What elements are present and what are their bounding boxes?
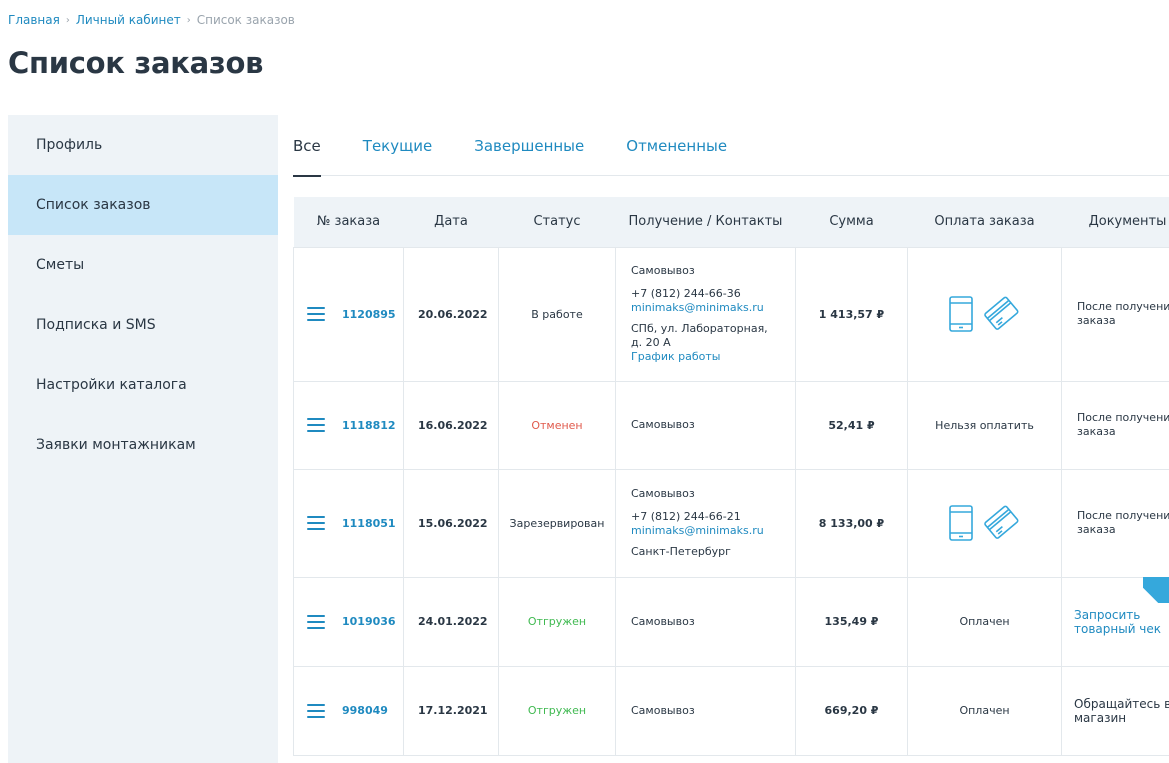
header-sum: Сумма bbox=[795, 197, 908, 247]
pickup-address: СПб, ул. Лабораторная, д. 20 А bbox=[631, 322, 768, 349]
order-sum: 52,41 ₽ bbox=[795, 380, 908, 470]
payment-cell bbox=[907, 246, 1062, 382]
order-number-link[interactable]: 1118051 bbox=[342, 517, 396, 530]
documents-cell: Обращайтесь в магазин bbox=[1061, 665, 1169, 756]
payment-status: Оплачен bbox=[907, 576, 1062, 667]
work-hours-link[interactable]: График работы bbox=[631, 350, 781, 364]
delivery-method: Самовывоз bbox=[631, 703, 695, 717]
table-row: 1118812 16.06.2022 Отменен Самовывоз 52,… bbox=[293, 380, 1169, 470]
order-number-cell: 998049 bbox=[293, 665, 404, 756]
documents-cell: После получения заказа bbox=[1061, 468, 1169, 578]
order-date: 20.06.2022 bbox=[403, 246, 499, 382]
status-badge: Отгружен bbox=[498, 576, 616, 667]
table-row: 1118051 15.06.2022 Зарезервирован Самовы… bbox=[293, 468, 1169, 578]
status-badge: Отменен bbox=[498, 380, 616, 470]
status-badge: Отгружен bbox=[498, 665, 616, 756]
payment-status: Нельзя оплатить bbox=[907, 380, 1062, 470]
order-sum: 1 413,57 ₽ bbox=[795, 246, 908, 382]
contact-phone: +7 (812) 244-66-36 bbox=[631, 287, 741, 300]
sidebar-item-estimates[interactable]: Сметы bbox=[8, 235, 278, 295]
header-order-number: № заказа bbox=[293, 197, 404, 247]
status-badge: В работе bbox=[498, 246, 616, 382]
payment-cell bbox=[907, 468, 1062, 578]
mobile-phone-icon[interactable] bbox=[948, 504, 974, 542]
tab-completed[interactable]: Завершенные bbox=[474, 115, 584, 176]
contacts-cell: Самовывоз bbox=[615, 665, 796, 756]
order-tabs: Все Текущие Завершенные Отмененные bbox=[293, 115, 1169, 177]
sidebar-item-orders[interactable]: Список заказов bbox=[8, 175, 278, 235]
contact-email-link[interactable]: minimaks@minimaks.ru bbox=[631, 524, 781, 538]
header-status: Статус bbox=[498, 197, 616, 247]
order-number-link[interactable]: 1019036 bbox=[342, 615, 396, 628]
tab-current[interactable]: Текущие bbox=[363, 115, 432, 176]
breadcrumb-home-link[interactable]: Главная bbox=[8, 13, 60, 27]
header-date: Дата bbox=[403, 197, 499, 247]
delivery-method: Самовывоз bbox=[631, 418, 695, 431]
hamburger-menu-icon[interactable] bbox=[307, 703, 325, 718]
delivery-method: Самовывоз bbox=[631, 487, 695, 500]
table-row: 1120895 20.06.2022 В работе Самовывоз +7… bbox=[293, 246, 1169, 382]
order-sum: 669,20 ₽ bbox=[795, 665, 908, 756]
order-number-cell: 1019036 bbox=[293, 576, 404, 667]
chevron-right-icon: › bbox=[65, 14, 70, 26]
sidebar: Профиль Список заказов Сметы Подписка и … bbox=[8, 115, 278, 763]
delivery-method: Самовывоз bbox=[631, 614, 695, 628]
hamburger-menu-icon[interactable] bbox=[307, 307, 325, 321]
contacts-cell: Самовывоз bbox=[615, 380, 796, 470]
credit-card-icon[interactable] bbox=[982, 504, 1022, 542]
order-sum: 8 133,00 ₽ bbox=[795, 468, 908, 578]
header-contacts: Получение / Контакты bbox=[615, 197, 796, 247]
order-date: 15.06.2022 bbox=[403, 468, 499, 578]
header-documents: Документы bbox=[1061, 197, 1169, 247]
documents-cell: После получения заказа bbox=[1061, 246, 1169, 382]
order-number-link[interactable]: 998049 bbox=[342, 704, 388, 717]
order-date: 24.01.2022 bbox=[403, 576, 499, 667]
sidebar-item-installer-requests[interactable]: Заявки монтажникам bbox=[8, 415, 278, 475]
order-number-cell: 1118051 bbox=[293, 468, 404, 578]
mobile-phone-icon[interactable] bbox=[948, 295, 974, 333]
contacts-cell: Самовывоз +7 (812) 244-66-21 minimaks@mi… bbox=[615, 468, 796, 578]
pickup-address: Санкт-Петербург bbox=[631, 545, 731, 558]
order-date: 17.12.2021 bbox=[403, 665, 499, 756]
hamburger-menu-icon[interactable] bbox=[307, 516, 325, 530]
table-row: 998049 17.12.2021 Отгружен Самовывоз 669… bbox=[293, 665, 1169, 756]
contacts-cell: Самовывоз +7 (812) 244-66-36 minimaks@mi… bbox=[615, 246, 796, 382]
status-badge: Зарезервирован bbox=[498, 468, 616, 578]
table-header-row: № заказа Дата Статус Получение / Контакт… bbox=[293, 197, 1169, 247]
delivery-method: Самовывоз bbox=[631, 264, 695, 277]
breadcrumb-cabinet-link[interactable]: Личный кабинет bbox=[76, 13, 181, 27]
hamburger-menu-icon[interactable] bbox=[307, 418, 325, 432]
order-number-cell: 1118812 bbox=[293, 380, 404, 470]
contact-email-link[interactable]: minimaks@minimaks.ru bbox=[631, 301, 781, 315]
contact-phone: +7 (812) 244-66-21 bbox=[631, 510, 741, 523]
sidebar-item-catalog-settings[interactable]: Настройки каталога bbox=[8, 355, 278, 415]
order-number-cell: 1120895 bbox=[293, 246, 404, 382]
help-corner-badge[interactable] bbox=[1143, 577, 1169, 603]
hamburger-menu-icon[interactable] bbox=[307, 614, 325, 629]
header-payment: Оплата заказа bbox=[907, 197, 1062, 247]
order-number-link[interactable]: 1118812 bbox=[342, 419, 396, 432]
chevron-right-icon: › bbox=[186, 14, 191, 26]
table-row: 1019036 24.01.2022 Отгружен Самовывоз 13… bbox=[293, 576, 1169, 667]
order-number-link[interactable]: 1120895 bbox=[342, 308, 396, 321]
sidebar-item-profile[interactable]: Профиль bbox=[8, 115, 278, 175]
tab-all[interactable]: Все bbox=[293, 115, 321, 177]
page-title: Список заказов bbox=[8, 46, 264, 80]
orders-table: № заказа Дата Статус Получение / Контакт… bbox=[293, 197, 1169, 756]
breadcrumb: Главная › Личный кабинет › Список заказо… bbox=[8, 13, 295, 27]
order-date: 16.06.2022 bbox=[403, 380, 499, 470]
breadcrumb-current: Список заказов bbox=[196, 13, 295, 27]
sidebar-item-subscription[interactable]: Подписка и SMS bbox=[8, 295, 278, 355]
tab-cancelled[interactable]: Отмененные bbox=[626, 115, 727, 176]
credit-card-icon[interactable] bbox=[982, 295, 1022, 333]
documents-cell: После получения заказа bbox=[1061, 380, 1169, 470]
payment-status: Оплачен bbox=[907, 665, 1062, 756]
order-sum: 135,49 ₽ bbox=[795, 576, 908, 667]
contacts-cell: Самовывоз bbox=[615, 576, 796, 667]
